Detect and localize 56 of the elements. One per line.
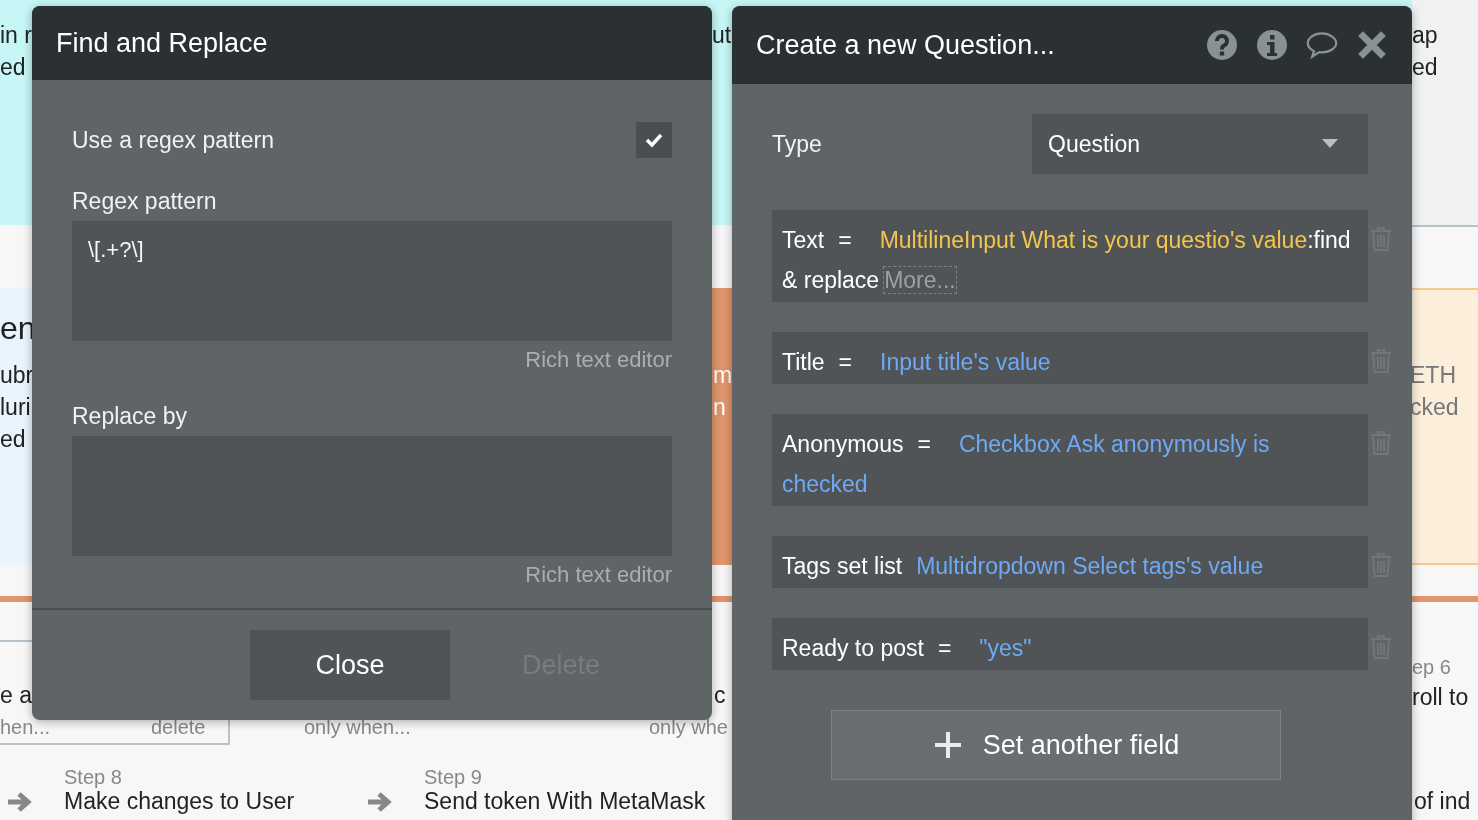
field-label: Replace by	[72, 403, 189, 430]
canvas-text: luri	[0, 393, 31, 422]
canvas-text: ut	[712, 21, 732, 50]
field-label: Regex pattern	[72, 188, 218, 215]
arrow-icon	[366, 790, 394, 814]
canvas-text: ed	[0, 53, 26, 82]
field-expression: Ready to post = "yes"	[782, 634, 1033, 663]
canvas-text: ed	[1412, 53, 1438, 82]
field-label: Type	[772, 130, 822, 158]
field-row[interactable]: Anonymous = Checkbox Ask anonymously is checked	[772, 414, 1368, 506]
canvas-text: ep 6	[1412, 655, 1451, 680]
canvas-text: m	[713, 361, 733, 390]
field-row[interactable]: Ready to post = "yes"	[772, 618, 1368, 670]
option-label: Use a regex pattern	[72, 126, 274, 154]
plus-icon	[932, 730, 963, 760]
canvas-text: in r	[0, 21, 32, 50]
canvas-text: hen...	[0, 715, 51, 740]
close-icon[interactable]	[1356, 29, 1388, 61]
dialog-title: Find and Replace	[56, 27, 268, 59]
caret-icon	[1322, 139, 1338, 149]
canvas-text: Step 9	[424, 765, 482, 790]
regex-field[interactable]: \[.+?\]	[72, 221, 672, 341]
canvas-text: ap	[1412, 21, 1438, 50]
canvas-text: ubr	[0, 361, 34, 390]
canvas-text: cked	[1410, 393, 1459, 422]
canvas-text: delete	[151, 715, 206, 740]
canvas-text: n	[713, 393, 726, 422]
canvas-text: only when...	[304, 715, 411, 740]
field-row[interactable]: Tags set list Multidropdown Select tags's value	[772, 536, 1368, 588]
canvas-text: Make changes to User	[64, 788, 295, 816]
arrow-icon	[6, 790, 34, 814]
canvas-text: only whe	[649, 715, 728, 740]
field-expression: Title = Input title's value	[782, 348, 1052, 377]
help-icon[interactable]	[1206, 29, 1238, 61]
field-row[interactable]: Text = MultilineInput What is your questio's value:find & replace More...	[772, 210, 1368, 302]
canvas-text: ETH	[1410, 361, 1456, 390]
checkbox[interactable]	[636, 122, 672, 158]
type-dropdown[interactable]: Question	[1032, 114, 1368, 174]
canvas-text: c	[714, 681, 726, 710]
canvas-text: of ind	[1414, 787, 1471, 816]
field-expression: Text = MultilineInput What is your questio's value:find & replace More...	[782, 226, 1352, 296]
info-icon[interactable]	[1256, 29, 1288, 61]
hint-text: Rich text editor	[525, 562, 672, 588]
canvas-text: roll to	[1412, 683, 1469, 712]
field-expression: Tags set list Multidropdown Select tags's value	[782, 552, 1265, 581]
field-row[interactable]: Title = Input title's value	[772, 332, 1368, 384]
canvas-text: Send token With MetaMask	[424, 788, 706, 816]
speech-bubble-icon[interactable]	[1306, 29, 1338, 61]
canvas-text: e a	[0, 681, 32, 710]
dialog-title: Create a new Question...	[756, 29, 1055, 61]
canvas-text: Step 8	[64, 765, 122, 790]
canvas-text: ed	[0, 425, 26, 454]
hint-text: Rich text editor	[525, 347, 672, 373]
close-button[interactable]: Close	[250, 630, 450, 700]
field-expression: Anonymous = Checkbox Ask anonymously is checked	[782, 430, 1271, 499]
set-field-button[interactable]: Set another field	[831, 710, 1281, 780]
